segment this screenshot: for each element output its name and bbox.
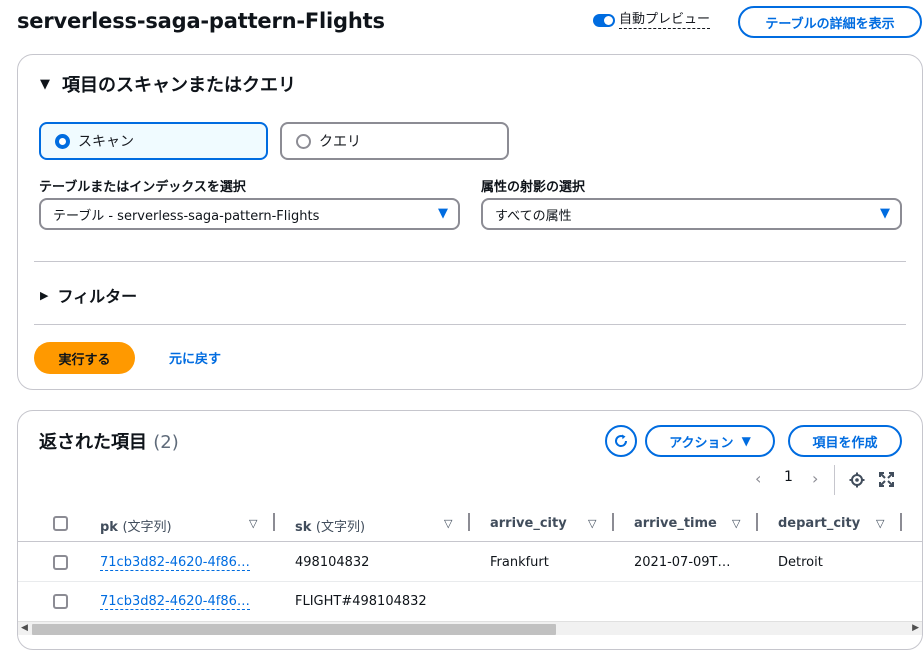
next-page[interactable]: › bbox=[812, 469, 818, 488]
gear-icon bbox=[849, 472, 865, 488]
scan-option[interactable]: スキャン bbox=[39, 122, 268, 160]
page-title: serverless-saga-pattern-Flights bbox=[17, 9, 385, 33]
sort-icon[interactable]: ▽ bbox=[876, 517, 884, 530]
toggle-switch[interactable] bbox=[593, 14, 615, 27]
chevron-right-icon: › bbox=[812, 469, 819, 488]
column-header-pk[interactable]: pk (文字列) bbox=[100, 516, 172, 535]
scrollbar-thumb[interactable] bbox=[32, 624, 556, 635]
query-option-label: クエリ bbox=[319, 134, 361, 150]
column-header-depart-city[interactable]: depart_city bbox=[778, 516, 860, 531]
header-divider bbox=[18, 541, 922, 542]
divider bbox=[34, 261, 906, 262]
view-table-details-button[interactable]: テーブルの詳細を表示 bbox=[738, 6, 922, 38]
scroll-right-icon[interactable]: ▶ bbox=[912, 623, 919, 633]
sort-icon[interactable]: ▽ bbox=[588, 517, 596, 530]
row-divider bbox=[18, 581, 922, 582]
caret-down-icon: ▼ bbox=[40, 76, 50, 92]
projection-select-value: すべての属性 bbox=[495, 208, 572, 224]
column-header-arrive-city[interactable]: arrive_city bbox=[490, 516, 567, 531]
actions-button[interactable]: アクション ▼ bbox=[645, 425, 775, 457]
radio-selected-icon bbox=[55, 133, 70, 149]
refresh-icon bbox=[615, 434, 628, 447]
filter-label: フィルター bbox=[57, 287, 138, 306]
column-header-arrive-time[interactable]: arrive_time bbox=[634, 516, 717, 531]
actions-label: アクション bbox=[669, 435, 734, 451]
column-resizer[interactable] bbox=[468, 513, 470, 531]
pagination: ‹ bbox=[755, 469, 761, 488]
chevron-left-icon[interactable]: ‹ bbox=[755, 469, 761, 488]
expand-icon bbox=[879, 472, 894, 487]
select-all-checkbox[interactable] bbox=[53, 516, 68, 531]
column-resizer[interactable] bbox=[756, 513, 758, 531]
sort-icon[interactable]: ▽ bbox=[249, 517, 257, 530]
settings-button[interactable] bbox=[849, 472, 865, 492]
column-name: pk bbox=[100, 520, 118, 535]
results-title: 返された項目 (2) bbox=[39, 428, 179, 454]
divider bbox=[34, 324, 906, 325]
fullscreen-button[interactable] bbox=[879, 472, 894, 491]
projection-select[interactable]: すべての属性 ▼ bbox=[481, 198, 902, 230]
scroll-left-icon[interactable]: ◀ bbox=[21, 623, 28, 633]
column-header-sk[interactable]: sk (文字列) bbox=[295, 516, 365, 535]
column-resizer[interactable] bbox=[273, 513, 275, 531]
depart-city-cell: Detroit bbox=[778, 555, 823, 570]
caret-right-icon: ▶ bbox=[40, 288, 49, 302]
sort-icon[interactable]: ▽ bbox=[444, 517, 452, 530]
arrive-city-cell: Frankfurt bbox=[490, 555, 549, 570]
pk-link[interactable]: 71cb3d82-4620-4f86… bbox=[100, 555, 250, 571]
dropdown-arrow-icon: ▼ bbox=[880, 206, 890, 221]
reset-link[interactable]: 元に戻す bbox=[169, 348, 221, 367]
scan-query-title: 項目のスキャンまたはクエリ bbox=[62, 75, 296, 96]
column-name: sk bbox=[295, 520, 312, 535]
results-panel: 返された項目 (2) アクション ▼ 項目を作成 ‹ 1 › pk (文字列) … bbox=[17, 410, 923, 650]
arrive-time-cell: 2021-07-09T… bbox=[634, 555, 731, 570]
column-type: (文字列) bbox=[122, 520, 172, 535]
row-checkbox[interactable] bbox=[53, 594, 68, 609]
radio-unselected-icon bbox=[296, 133, 311, 149]
scan-query-panel: ▼ 項目のスキャンまたはクエリ スキャン クエリ テーブルまたはインデックスを選… bbox=[17, 54, 923, 390]
run-button[interactable]: 実行する bbox=[34, 342, 135, 374]
auto-preview-toggle[interactable]: 自動プレビュー bbox=[593, 12, 711, 29]
create-item-button[interactable]: 項目を作成 bbox=[788, 425, 902, 457]
results-count: (2) bbox=[153, 432, 179, 453]
pk-link[interactable]: 71cb3d82-4620-4f86… bbox=[100, 594, 250, 610]
scan-query-header[interactable]: ▼ 項目のスキャンまたはクエリ bbox=[40, 71, 296, 97]
column-resizer[interactable] bbox=[900, 513, 902, 531]
page-number[interactable]: 1 bbox=[784, 469, 793, 485]
scan-option-label: スキャン bbox=[78, 134, 134, 150]
pager-divider bbox=[834, 465, 835, 495]
projection-select-label: 属性の射影の選択 bbox=[481, 180, 586, 195]
row-checkbox[interactable] bbox=[53, 555, 68, 570]
auto-preview-label: 自動プレビュー bbox=[619, 12, 711, 29]
column-type: (文字列) bbox=[315, 520, 366, 535]
table-select[interactable]: テーブル - serverless-saga-pattern-Flights ▼ bbox=[39, 198, 460, 230]
caret-down-icon: ▼ bbox=[741, 434, 751, 448]
dropdown-arrow-icon: ▼ bbox=[438, 206, 448, 221]
filter-expander[interactable]: ▶ フィルター bbox=[40, 283, 137, 307]
sk-cell: 498104832 bbox=[295, 555, 370, 570]
refresh-button[interactable] bbox=[605, 425, 637, 457]
horizontal-scrollbar[interactable]: ◀ ▶ bbox=[18, 621, 922, 635]
query-option[interactable]: クエリ bbox=[280, 122, 509, 160]
results-title-text: 返された項目 bbox=[39, 432, 147, 453]
page-number-label: 1 bbox=[784, 469, 793, 485]
table-select-label: テーブルまたはインデックスを選択 bbox=[39, 180, 246, 195]
sort-icon[interactable]: ▽ bbox=[732, 517, 740, 530]
column-resizer[interactable] bbox=[612, 513, 614, 531]
sk-cell: FLIGHT#498104832 bbox=[295, 594, 427, 609]
table-select-value: テーブル - serverless-saga-pattern-Flights bbox=[53, 208, 320, 224]
